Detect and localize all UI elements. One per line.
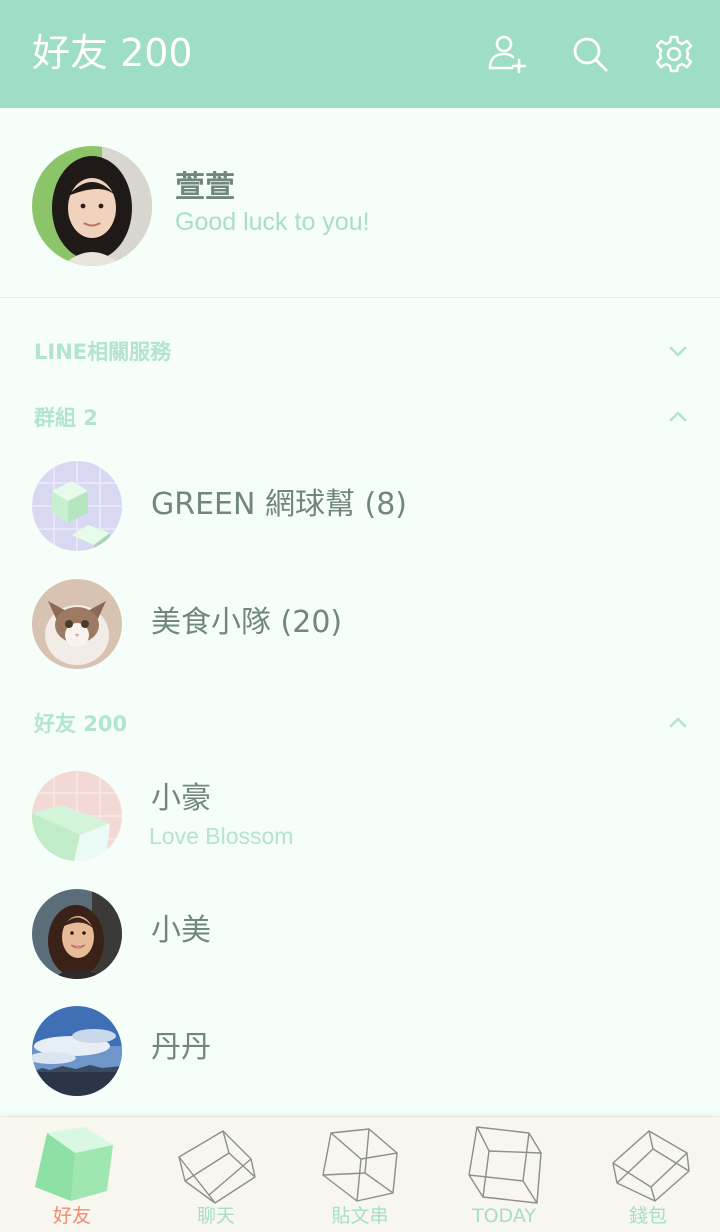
app-header: 好友 200 [0,0,720,108]
friends-cube-icon [27,1123,117,1209]
friend-avatar [32,771,122,861]
wallet-cube-icon [603,1123,693,1209]
my-profile[interactable]: 萱萱 Good luck to you! [0,108,720,298]
chevron-up-icon [666,405,690,429]
profile-name: 萱萱 [175,170,235,205]
chat-cube-icon [171,1123,261,1209]
tab-label: 好友 [52,1205,91,1227]
friend-name: 小豪 [151,781,211,816]
bottom-tab-bar: 好友 聊天 貼文串 TODAY 錢包 [0,1116,720,1232]
tab-timeline[interactable]: 貼文串 [288,1117,432,1232]
tab-label: TODAY [472,1205,536,1227]
tab-label: 貼文串 [331,1205,389,1227]
today-cube-icon [459,1123,549,1209]
search-icon[interactable] [566,30,614,78]
page-title: 好友 200 [32,31,193,75]
group-avatar [32,579,122,669]
section-label: LINE相關服務 [34,340,172,364]
friend-row[interactable]: 小豪 Love Blossom [0,761,720,871]
tab-label: 聊天 [196,1205,235,1227]
profile-avatar[interactable] [32,146,152,266]
group-row[interactable]: 美食小隊 (20) [0,569,720,679]
friend-name: 丹丹 [151,1030,211,1065]
friend-avatar [32,889,122,979]
section-groups[interactable]: 群組 2 [0,392,720,442]
friend-row[interactable]: 小美 [0,879,720,989]
tab-friends[interactable]: 好友 [0,1117,144,1232]
section-label: 好友 200 [34,712,128,736]
friend-avatar [32,1006,122,1096]
section-label: 群組 2 [34,406,98,430]
profile-status-message: Good luck to you! [175,208,370,236]
tab-today[interactable]: TODAY [432,1117,576,1232]
group-name: GREEN 網球幫 (8) [151,487,408,522]
tab-wallet[interactable]: 錢包 [576,1117,720,1232]
section-friends[interactable]: 好友 200 [0,698,720,748]
timeline-cube-icon [315,1123,405,1209]
chevron-down-icon [666,339,690,363]
group-name: 美食小隊 (20) [151,605,343,640]
friend-row[interactable]: 丹丹 [0,996,720,1106]
friend-status-message: Love Blossom [149,823,294,849]
friend-name: 小美 [151,913,211,948]
chevron-up-icon [666,711,690,735]
group-row[interactable]: GREEN 網球幫 (8) [0,451,720,561]
tab-chats[interactable]: 聊天 [144,1117,288,1232]
group-avatar [32,461,122,551]
section-line-services[interactable]: LINE相關服務 [0,326,720,376]
add-friend-icon[interactable] [482,30,530,78]
tab-label: 錢包 [628,1205,667,1227]
gear-icon[interactable] [650,30,698,78]
